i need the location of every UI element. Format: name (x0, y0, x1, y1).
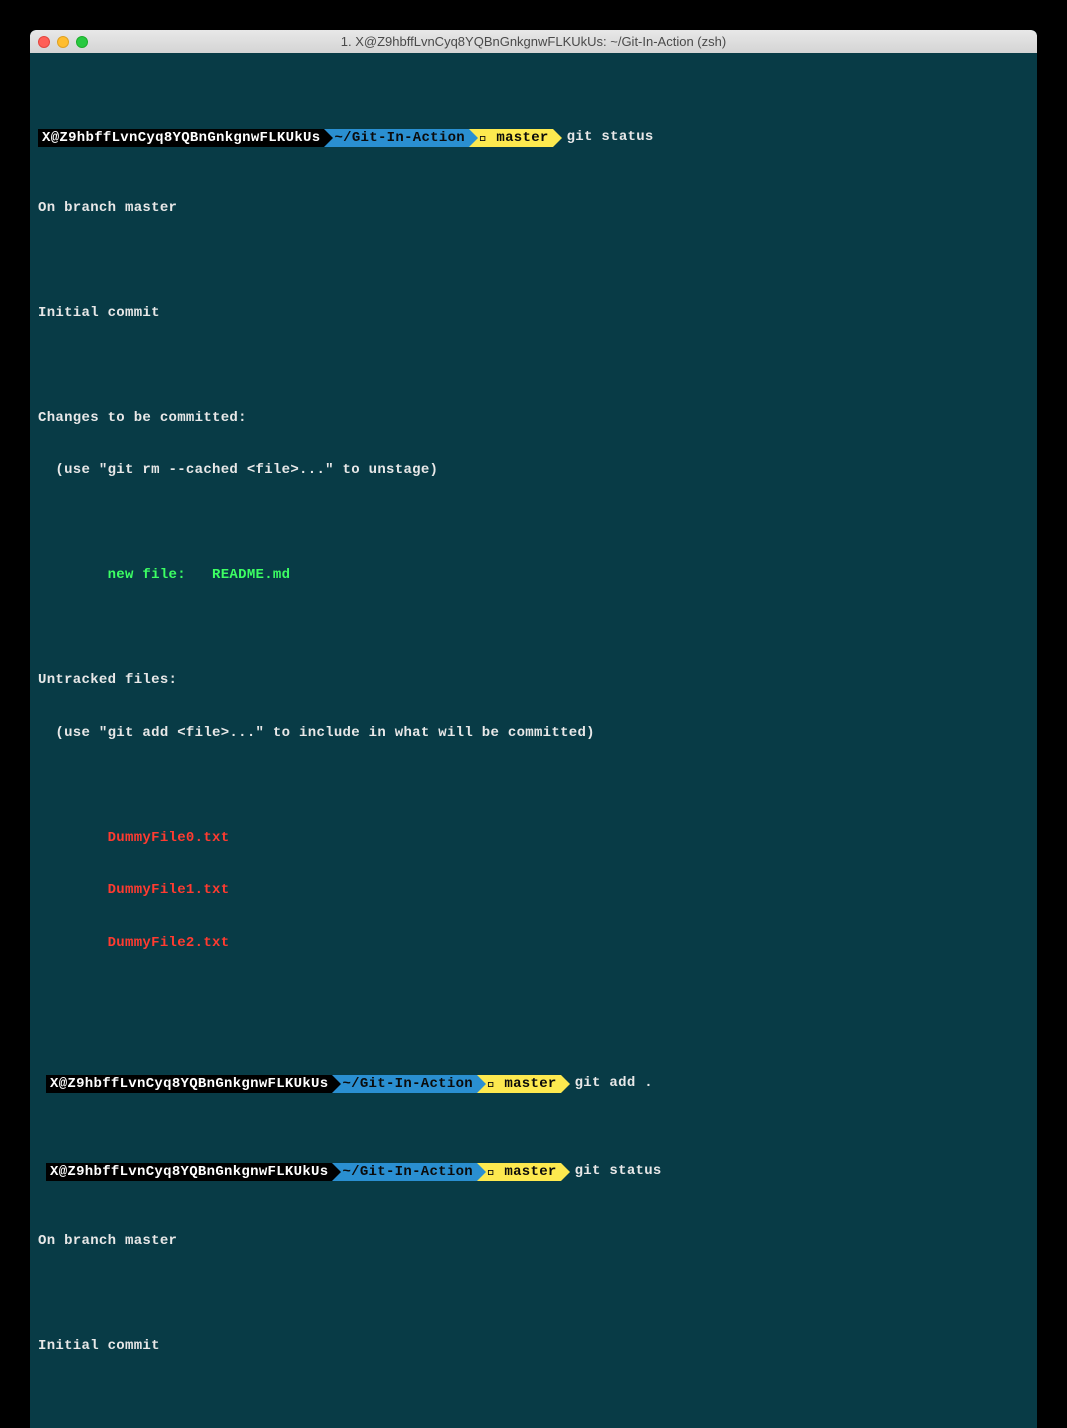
untracked-file: DummyFile1.txt (38, 882, 1029, 900)
output-line: On branch master (38, 200, 1029, 218)
prompt-user-host: X@Z9hbffLvnCyq8YQBnGnkgnwFLKUkUs (46, 1075, 332, 1093)
command-input: git add . (561, 1075, 653, 1093)
prompt-path: ~/Git-In-Action (332, 1075, 477, 1093)
traffic-lights (38, 36, 88, 48)
output-line: Initial commit (38, 1338, 1029, 1356)
prompt-line: X@Z9hbffLvnCyq8YQBnGnkgnwFLKUkUs ~/Git-I… (38, 129, 1029, 147)
output-line: On branch master (38, 1233, 1029, 1251)
output-line: Untracked files: (38, 672, 1029, 690)
terminal-window: 1. X@Z9hbffLvnCyq8YQBnGnkgnwFLKUkUs: ~/G… (30, 30, 1037, 1428)
output-line: Initial commit (38, 305, 1029, 323)
git-branch-icon:  (479, 130, 488, 146)
powerline-prompt: X@Z9hbffLvnCyq8YQBnGnkgnwFLKUkUs ~/Git-I… (38, 129, 553, 147)
prompt-branch:  master (469, 129, 553, 147)
terminal-body[interactable]: X@Z9hbffLvnCyq8YQBnGnkgnwFLKUkUs ~/Git-I… (30, 53, 1037, 1428)
git-branch-icon:  (487, 1164, 496, 1180)
titlebar[interactable]: 1. X@Z9hbffLvnCyq8YQBnGnkgnwFLKUkUs: ~/G… (30, 30, 1037, 53)
command-input: git status (561, 1163, 662, 1181)
powerline-prompt: X@Z9hbffLvnCyq8YQBnGnkgnwFLKUkUs ~/Git-I… (46, 1163, 561, 1181)
staged-file: new file: README.md (38, 567, 1029, 585)
output-line: (use "git add <file>..." to include in w… (38, 725, 1029, 743)
window-title: 1. X@Z9hbffLvnCyq8YQBnGnkgnwFLKUkUs: ~/G… (30, 34, 1037, 49)
powerline-prompt: X@Z9hbffLvnCyq8YQBnGnkgnwFLKUkUs ~/Git-I… (46, 1075, 561, 1093)
prompt-path: ~/Git-In-Action (324, 129, 469, 147)
prompt-branch:  master (477, 1075, 561, 1093)
output-line: Changes to be committed: (38, 410, 1029, 428)
prompt-line: X@Z9hbffLvnCyq8YQBnGnkgnwFLKUkUs ~/Git-I… (38, 1075, 1029, 1093)
prompt-branch:  master (477, 1163, 561, 1181)
minimize-icon[interactable] (57, 36, 69, 48)
output-line: (use "git rm --cached <file>..." to unst… (38, 462, 1029, 480)
prompt-user-host: X@Z9hbffLvnCyq8YQBnGnkgnwFLKUkUs (38, 129, 324, 147)
prompt-path: ~/Git-In-Action (332, 1163, 477, 1181)
prompt-line: X@Z9hbffLvnCyq8YQBnGnkgnwFLKUkUs ~/Git-I… (38, 1163, 1029, 1181)
git-branch-icon:  (487, 1076, 496, 1092)
zoom-icon[interactable] (76, 36, 88, 48)
untracked-file: DummyFile2.txt (38, 935, 1029, 953)
prompt-user-host: X@Z9hbffLvnCyq8YQBnGnkgnwFLKUkUs (46, 1163, 332, 1181)
command-input: git status (553, 129, 654, 147)
close-icon[interactable] (38, 36, 50, 48)
untracked-file: DummyFile0.txt (38, 830, 1029, 848)
